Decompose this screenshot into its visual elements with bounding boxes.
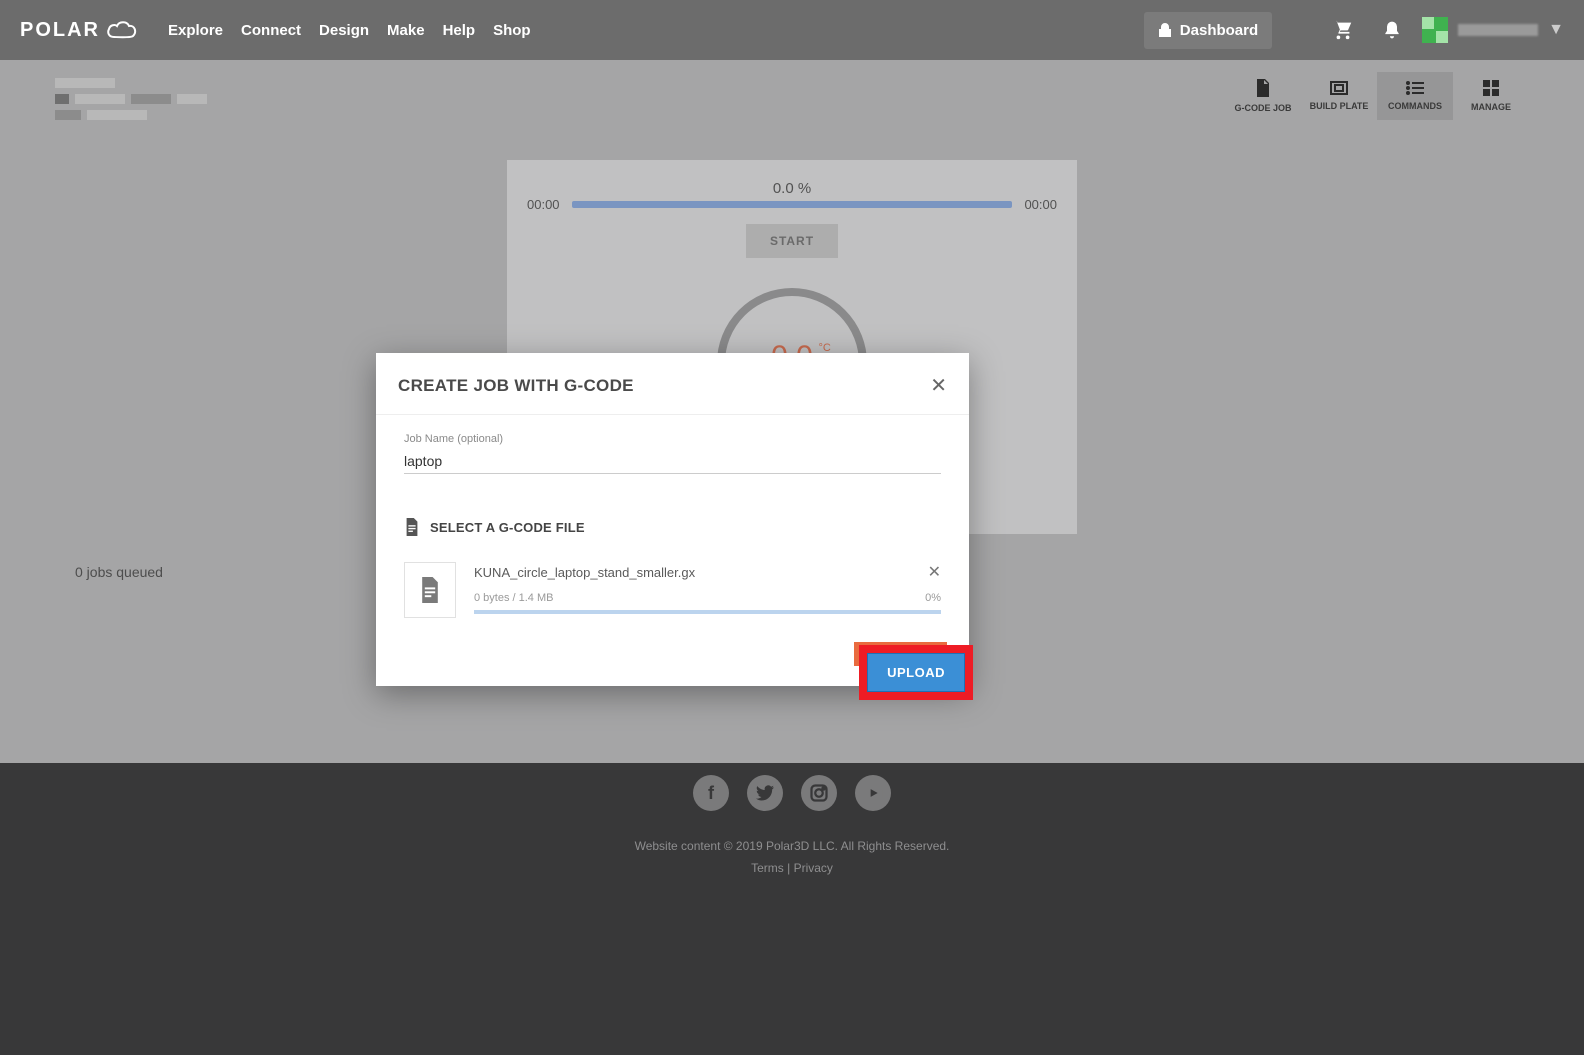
upload-highlight: UPLOAD — [859, 645, 973, 700]
file-icon — [404, 562, 456, 618]
logo-text: POLAR — [20, 19, 100, 42]
dialog-footer: CANCEL UPLOAD — [376, 624, 969, 686]
youtube-icon[interactable] — [855, 775, 891, 811]
select-file-heading: SELECT A G-CODE FILE — [404, 518, 941, 536]
cart-icon[interactable] — [1332, 19, 1354, 41]
nav-design[interactable]: Design — [319, 22, 369, 39]
privacy-link[interactable]: Privacy — [794, 861, 833, 875]
select-file-title: SELECT A G-CODE FILE — [430, 520, 585, 535]
nav-make[interactable]: Make — [387, 22, 425, 39]
avatar — [1422, 17, 1448, 43]
legal: Website content © 2019 Polar3D LLC. All … — [0, 823, 1584, 1055]
nav-explore[interactable]: Explore — [168, 22, 223, 39]
close-icon[interactable]: ✕ — [930, 373, 947, 398]
user-menu[interactable]: ▼ — [1422, 17, 1564, 43]
top-nav: POLAR Explore Connect Design Make Help S… — [0, 0, 1584, 60]
nav-connect[interactable]: Connect — [241, 22, 301, 39]
nav-help[interactable]: Help — [443, 22, 476, 39]
nav-links: Explore Connect Design Make Help Shop — [168, 22, 531, 39]
nav-shop[interactable]: Shop — [493, 22, 531, 39]
job-name-input[interactable] — [404, 447, 941, 474]
file-info: KUNA_circle_laptop_stand_smaller.gx ✕ 0 … — [474, 562, 941, 614]
twitter-icon[interactable] — [747, 775, 783, 811]
dashboard-label: Dashboard — [1180, 22, 1258, 39]
create-job-dialog: CREATE JOB WITH G-CODE ✕ Job Name (optio… — [376, 353, 969, 686]
terms-link[interactable]: Terms — [751, 861, 784, 875]
document-icon — [404, 518, 420, 536]
facebook-icon[interactable]: f — [693, 775, 729, 811]
cloud-icon — [100, 20, 138, 40]
bell-icon[interactable] — [1382, 19, 1402, 41]
legal-links: Terms | Privacy — [751, 861, 833, 875]
remove-file-icon[interactable]: ✕ — [928, 562, 941, 582]
footer: f Website content © 2019 Polar3D LLC. Al… — [0, 763, 1584, 1055]
file-size: 0 bytes / 1.4 MB — [474, 592, 553, 604]
instagram-icon[interactable] — [801, 775, 837, 811]
file-name: KUNA_circle_laptop_stand_smaller.gx — [474, 565, 695, 580]
upload-button[interactable]: UPLOAD — [867, 653, 965, 692]
dialog-body: Job Name (optional) SELECT A G-CODE FILE… — [376, 415, 969, 624]
file-row: KUNA_circle_laptop_stand_smaller.gx ✕ 0 … — [404, 562, 941, 618]
job-name-label: Job Name (optional) — [404, 433, 941, 445]
user-name-redacted — [1458, 24, 1538, 36]
dashboard-button[interactable]: Dashboard — [1144, 12, 1272, 49]
logo[interactable]: POLAR — [20, 19, 138, 42]
dialog-title: CREATE JOB WITH G-CODE — [398, 376, 634, 396]
caret-down-icon: ▼ — [1548, 21, 1564, 39]
social-icons: f — [0, 763, 1584, 823]
dialog-header: CREATE JOB WITH G-CODE ✕ — [376, 353, 969, 415]
file-upload-percent: 0% — [925, 592, 941, 604]
lock-icon — [1158, 22, 1172, 38]
copyright: Website content © 2019 Polar3D LLC. All … — [635, 839, 950, 853]
file-progress-bar — [474, 610, 941, 614]
top-icons — [1332, 19, 1402, 41]
